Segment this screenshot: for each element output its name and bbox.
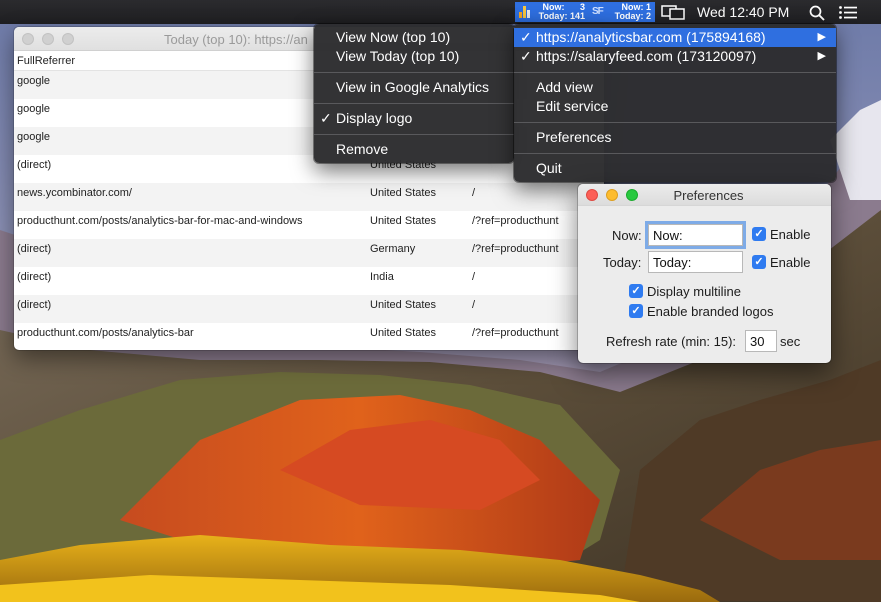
menu-separator: [314, 72, 514, 73]
path-cell: /: [472, 271, 476, 283]
path-cell: /?ref=producthunt: [472, 243, 559, 255]
country-cell: United States: [370, 327, 437, 339]
country-cell: United States: [370, 187, 437, 199]
menu-separator: [314, 134, 514, 135]
menu-separator: [514, 72, 836, 73]
path-cell: /?ref=producthunt: [472, 327, 559, 339]
display-mirror-icon[interactable]: [661, 5, 685, 20]
preferences-titlebar[interactable]: Preferences: [578, 184, 831, 206]
referrer-cell: producthunt.com/posts/analytics-bar: [17, 327, 194, 339]
analytics-bar-status-item[interactable]: Now: 3 Today: 141 SF Now: 1 Today: 2: [515, 2, 655, 22]
site2-counts: Now: 1 Today: 2: [614, 2, 651, 21]
branded-logos-label: Enable branded logos: [647, 304, 774, 319]
menu-item-view-now[interactable]: View Now (top 10): [314, 28, 514, 47]
menu-item-site-analyticsbar[interactable]: ✓ https://analyticsbar.com (175894168) ▶: [514, 28, 836, 47]
table-row[interactable]: producthunt.com/posts/analytics-bar-for-…: [14, 211, 604, 239]
site1-counts: Now: 3 Today: 141: [538, 2, 585, 21]
country-cell: United States: [370, 215, 437, 227]
referrer-cell: (direct): [17, 159, 52, 171]
referrer-cell: (direct): [17, 243, 52, 255]
path-cell: /: [472, 187, 476, 199]
submenu-arrow-icon: ▶: [817, 50, 826, 62]
referrer-cell: news.ycombinator.com/: [17, 187, 132, 199]
table-row[interactable]: news.ycombinator.com/United States /: [14, 183, 604, 211]
checkmark-icon: ✓: [520, 48, 532, 64]
menu-separator: [514, 153, 836, 154]
analytics-bar-logo-icon: [519, 6, 531, 18]
refresh-rate-label: Refresh rate (min: 15):: [606, 334, 737, 349]
preferences-window: Preferences Now: ✓ Enable Today: ✓ Enabl…: [578, 184, 831, 363]
menu-item-view-today[interactable]: View Today (top 10): [314, 47, 514, 66]
table-row[interactable]: (direct) India /: [14, 267, 604, 295]
today-enable-checkbox[interactable]: ✓: [752, 255, 766, 269]
menu-item-site-salaryfeed[interactable]: ✓ https://salaryfeed.com (173120097) ▶: [514, 47, 836, 66]
submenu-arrow-icon: ▶: [817, 31, 826, 43]
referrer-cell: producthunt.com/posts/analytics-bar-for-…: [17, 215, 303, 227]
now-enable-checkbox[interactable]: ✓: [752, 227, 766, 241]
now-enable-label: Enable: [770, 227, 811, 242]
menu-bar-clock[interactable]: Wed 12:40 PM: [697, 4, 789, 20]
today-label: Today:: [603, 255, 642, 270]
menu-item-quit[interactable]: Quit: [514, 159, 836, 178]
checkmark-icon: ✓: [520, 29, 532, 45]
referrer-cell: (direct): [17, 299, 52, 311]
refresh-rate-unit: sec: [780, 334, 801, 349]
referrer-cell: google: [17, 103, 51, 115]
menu-bar: Now: 3 Today: 141 SF Now: 1 Today: 2 Wed…: [0, 0, 881, 24]
today-format-input[interactable]: [648, 251, 743, 273]
referrer-cell: google: [17, 131, 51, 143]
spotlight-search-icon[interactable]: [809, 5, 825, 21]
country-cell: India: [370, 271, 394, 283]
table-row[interactable]: (direct) United States /: [14, 295, 604, 323]
menu-item-add-view[interactable]: Add view: [514, 78, 836, 97]
menu-item-display-logo[interactable]: ✓ Display logo: [314, 109, 514, 128]
menu-separator: [314, 103, 514, 104]
menu-separator: [514, 122, 836, 123]
window-title: Today (top 10): https://an: [164, 32, 308, 47]
notification-list-icon[interactable]: [839, 6, 857, 19]
menu-item-preferences[interactable]: Preferences: [514, 128, 836, 147]
branded-logos-checkbox[interactable]: ✓: [629, 304, 643, 318]
zoom-window-button[interactable]: [62, 33, 74, 45]
path-cell: /?ref=producthunt: [472, 215, 559, 227]
refresh-rate-input[interactable]: [745, 330, 777, 352]
analytics-bar-dropdown-menu: ✓ https://analyticsbar.com (175894168) ▶…: [514, 24, 836, 182]
path-cell: /: [472, 299, 476, 311]
now-label: Now:: [612, 228, 642, 243]
menu-item-view-in-google-analytics[interactable]: View in Google Analytics: [314, 78, 514, 97]
salaryfeed-logo-icon: SF: [592, 6, 604, 17]
display-multiline-checkbox[interactable]: ✓: [629, 284, 643, 298]
now-format-input[interactable]: [645, 221, 746, 249]
country-cell: United States: [370, 299, 437, 311]
display-multiline-label: Display multiline: [647, 284, 741, 299]
menu-item-remove[interactable]: Remove: [314, 140, 514, 159]
checkmark-icon: ✓: [320, 110, 332, 126]
country-cell: Germany: [370, 243, 416, 255]
minimize-window-button[interactable]: [42, 33, 54, 45]
table-row[interactable]: (direct) Germany /?ref=producthunt: [14, 239, 604, 267]
referrer-cell: (direct): [17, 271, 52, 283]
close-window-button[interactable]: [22, 33, 34, 45]
site-submenu: View Now (top 10) View Today (top 10) Vi…: [314, 24, 514, 163]
today-enable-label: Enable: [770, 255, 811, 270]
menu-item-edit-service[interactable]: Edit service: [514, 97, 836, 116]
preferences-title: Preferences: [673, 188, 744, 203]
table-row[interactable]: producthunt.com/posts/analytics-bar Unite…: [14, 323, 604, 350]
referrer-cell: google: [17, 75, 51, 87]
